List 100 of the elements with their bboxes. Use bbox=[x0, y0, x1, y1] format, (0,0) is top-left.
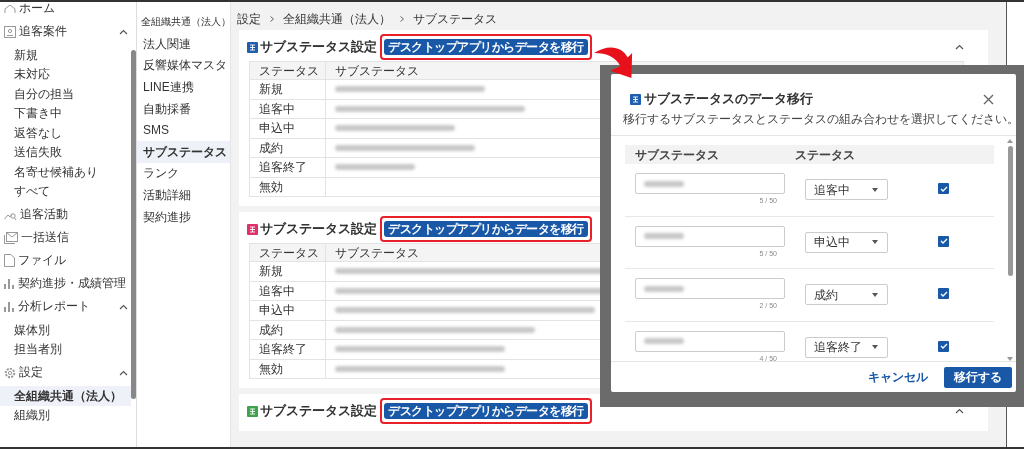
status-cell: 無効 bbox=[250, 177, 326, 196]
close-icon[interactable] bbox=[983, 94, 994, 105]
sidebar-item[interactable]: 契約進捗・成績管理 bbox=[0, 272, 131, 295]
status-cell: 追客終了 bbox=[250, 340, 326, 359]
migrate-button[interactable]: 移行する bbox=[944, 366, 1012, 388]
checkbox[interactable] bbox=[938, 183, 949, 194]
breadcrumb-item[interactable]: 設定 bbox=[237, 10, 261, 28]
subnav-item[interactable]: 契約進捗 bbox=[137, 205, 230, 228]
checkbox[interactable] bbox=[938, 340, 949, 352]
status-select[interactable]: 成約 bbox=[805, 284, 888, 305]
blurred-text bbox=[644, 233, 684, 239]
person-card-icon bbox=[4, 25, 16, 38]
blurred-text bbox=[644, 338, 684, 344]
sidebar-subitem[interactable]: 送信失敗 bbox=[0, 142, 131, 162]
chevron-right-icon bbox=[400, 16, 404, 22]
status-cell: 追客中 bbox=[250, 281, 326, 300]
subnav-item[interactable]: 反響媒体マスタ bbox=[137, 54, 230, 77]
dropdown-icon bbox=[872, 187, 878, 192]
status-cell: 申込中 bbox=[250, 301, 326, 320]
status-select[interactable]: 追客終了 bbox=[805, 336, 888, 358]
subnav-item[interactable]: LINE連携 bbox=[137, 76, 230, 98]
sidebar-item[interactable]: 設定 bbox=[0, 361, 131, 384]
subnav-item[interactable]: 法人関連 bbox=[137, 33, 230, 55]
dialog-description: 移行するサブステータスとステータスの組み合わせを選択してください。 bbox=[622, 112, 1016, 128]
subnav-item[interactable]: サブステータス bbox=[137, 140, 230, 163]
sidebar-subitem[interactable]: 全組織共通（法人） bbox=[0, 386, 131, 406]
substatus-input[interactable] bbox=[635, 278, 785, 299]
sidebar-subitem[interactable]: 下書き中 bbox=[0, 103, 131, 123]
breadcrumb-item[interactable]: サブステータス bbox=[413, 10, 497, 28]
status-cell: 成約 bbox=[250, 320, 326, 339]
sidebar-subitem[interactable]: すべて bbox=[0, 181, 131, 201]
breadcrumb-item[interactable]: 全組織共通（法人） bbox=[283, 10, 391, 28]
file-icon bbox=[4, 254, 15, 267]
card-title: サブステータス設定 bbox=[260, 220, 377, 239]
sidebar-item[interactable]: 追客案件 bbox=[0, 20, 131, 43]
sidebar-subitem[interactable]: 媒体別 bbox=[0, 320, 131, 340]
sidebar-item[interactable]: 分析レポート bbox=[0, 295, 131, 318]
migrate-button[interactable]: デスクトップアプリからデータを移行 bbox=[384, 221, 588, 237]
mail-icon bbox=[4, 231, 18, 244]
column-header: ステータス bbox=[259, 244, 319, 262]
status-cell: 申込中 bbox=[250, 119, 326, 138]
sidebar-subitem[interactable]: 未対応 bbox=[0, 64, 131, 84]
chevron-up-icon[interactable] bbox=[955, 44, 964, 50]
sidebar-item[interactable]: ホーム bbox=[0, 2, 131, 20]
category-icon bbox=[247, 41, 258, 53]
sidebar-subitem[interactable]: 担当者別 bbox=[0, 339, 131, 359]
column-header: ステータス bbox=[259, 62, 319, 80]
cancel-button[interactable]: キャンセル bbox=[866, 366, 930, 388]
subnav-item[interactable]: 活動詳細 bbox=[137, 184, 230, 206]
settings-icon bbox=[4, 366, 16, 379]
sidebar-item[interactable]: 追客活動 bbox=[0, 203, 131, 226]
column-header: ステータス bbox=[795, 146, 855, 164]
scrollbar[interactable] bbox=[131, 50, 136, 399]
scroll-down-icon[interactable] bbox=[1007, 357, 1013, 361]
substatus-input[interactable] bbox=[635, 225, 785, 247]
substatus-input[interactable] bbox=[635, 330, 785, 352]
subnav-item[interactable]: ランク bbox=[137, 162, 230, 185]
sidebar-subitem[interactable]: 新規 bbox=[0, 45, 131, 65]
card-title: サブステータス設定 bbox=[260, 38, 377, 57]
category-icon bbox=[630, 94, 641, 105]
status-cell: 新規 bbox=[250, 262, 326, 281]
bar-chart-icon bbox=[4, 278, 15, 289]
status-select[interactable]: 申込中 bbox=[805, 231, 888, 253]
category-icon bbox=[247, 223, 258, 235]
status-cell: 無効 bbox=[250, 359, 326, 378]
subnav-item[interactable]: SMS bbox=[137, 119, 230, 141]
dropdown-icon bbox=[872, 292, 878, 297]
chevron-up-icon[interactable] bbox=[119, 28, 128, 35]
sidebar-item[interactable]: 一括送信 bbox=[0, 226, 131, 249]
sidebar-subitem[interactable]: 返答なし bbox=[0, 123, 131, 143]
status-cell: 追客中 bbox=[250, 99, 326, 118]
sidebar-subitem[interactable]: 名寄せ候補あり bbox=[0, 162, 131, 182]
chevron-right-icon bbox=[270, 16, 274, 22]
home-icon bbox=[4, 4, 16, 13]
subnav-heading: 全組織共通（法人） bbox=[140, 15, 230, 29]
column-header: サブステータス bbox=[634, 146, 720, 164]
column-header: サブステータス bbox=[335, 244, 419, 262]
status-select[interactable]: 追客中 bbox=[805, 179, 888, 200]
card-title: サブステータス設定 bbox=[260, 402, 377, 421]
dropdown-icon bbox=[872, 345, 878, 349]
scroll-up-icon[interactable] bbox=[1007, 139, 1013, 143]
column-header: サブステータス bbox=[335, 62, 419, 80]
status-cell: 追客終了 bbox=[250, 158, 326, 177]
chevron-up-icon[interactable] bbox=[955, 408, 964, 414]
chevron-up-icon[interactable] bbox=[119, 369, 128, 376]
blurred-text bbox=[644, 180, 684, 187]
checkbox[interactable] bbox=[938, 288, 949, 299]
checkbox[interactable] bbox=[938, 235, 949, 247]
migrate-button[interactable]: デスクトップアプリからデータを移行 bbox=[384, 403, 588, 419]
sidebar-subitem[interactable]: 自分の担当 bbox=[0, 84, 131, 104]
subnav-item[interactable]: 自動採番 bbox=[137, 97, 230, 120]
category-icon bbox=[247, 405, 258, 417]
migrate-button[interactable]: デスクトップアプリからデータを移行 bbox=[384, 39, 588, 55]
sidebar-subitem[interactable]: 組織別 bbox=[0, 405, 131, 425]
status-cell: 新規 bbox=[250, 80, 326, 99]
bar-chart-icon bbox=[4, 301, 15, 312]
chevron-up-icon[interactable] bbox=[119, 303, 128, 310]
substatus-input[interactable] bbox=[635, 173, 785, 194]
sidebar-item[interactable]: ファイル bbox=[0, 249, 131, 272]
status-cell: 成約 bbox=[250, 138, 326, 157]
